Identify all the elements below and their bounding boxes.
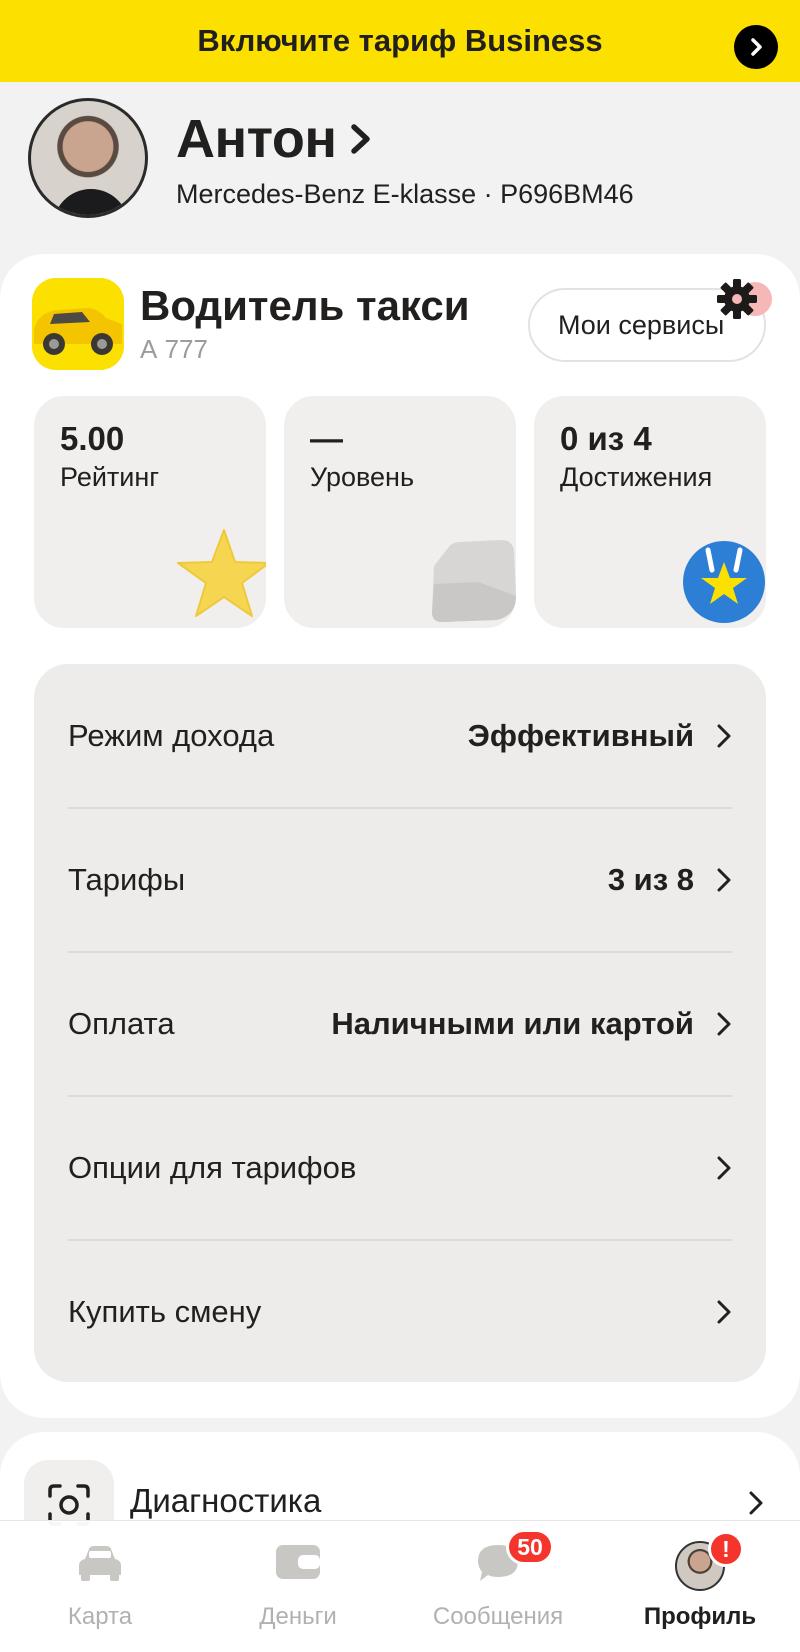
row-value: 3 из 8 (607, 862, 694, 897)
level-label: Уровень (310, 462, 415, 492)
achievements-label: Достижения (560, 462, 713, 492)
star-icon (177, 529, 266, 617)
taxi-car-icon (32, 278, 124, 370)
tab-profile[interactable]: ! Профиль (600, 1521, 800, 1652)
achievements-card[interactable]: 0 из 4 Достижения (534, 396, 766, 628)
row-value: Наличными или картой (331, 1006, 694, 1041)
settings-row-tariffs[interactable]: Тарифы 3 из 8 (68, 808, 732, 952)
service-title: Водитель такси (140, 282, 470, 329)
row-label: Опции для тарифов (68, 1150, 357, 1185)
chevron-right-icon (716, 723, 732, 749)
chevron-right-icon (716, 867, 732, 893)
bottom-tab-bar: Карта Деньги 50 Сообщения ! Профиль (0, 1520, 800, 1652)
chevron-right-icon (716, 1155, 732, 1181)
my-services-label: Мои сервисы (558, 309, 725, 340)
diagnostics-label: Диагностика (130, 1482, 322, 1519)
tab-map[interactable]: Карта (0, 1521, 200, 1652)
achievement-icon (683, 541, 765, 623)
rating-card[interactable]: 5.00 Рейтинг (34, 396, 266, 628)
car-info: Mercedes-Benz E-klasse · Р696ВМ46 (176, 179, 634, 209)
driver-name[interactable]: Антон (176, 108, 374, 170)
level-value: — (310, 420, 343, 457)
row-value: Эффективный (467, 718, 694, 753)
tab-label: Сообщения (432, 1603, 564, 1630)
service-subtitle: А 777 (140, 334, 208, 364)
chevron-right-icon (716, 1299, 732, 1325)
chevron-right-icon (351, 124, 371, 154)
promo-banner[interactable]: Включите тариф Business (0, 0, 800, 82)
promo-banner-text: Включите тариф Business (197, 23, 603, 58)
chevron-right-icon (749, 1491, 763, 1515)
rating-value: 5.00 (60, 420, 125, 457)
settings-row-tariff-options[interactable]: Опции для тарифов (68, 1096, 732, 1240)
tab-label: Профиль (643, 1603, 757, 1630)
messages-badge: 50 (506, 1529, 554, 1565)
settings-row-buy-shift[interactable]: Купить смену (68, 1240, 732, 1384)
service-card: Водитель такси А 777 Мои сервисы 5.00 Ре… (0, 254, 800, 1418)
tab-messages[interactable]: 50 Сообщения (398, 1521, 598, 1652)
tab-money[interactable]: Деньги (198, 1521, 398, 1652)
row-label: Купить смену (68, 1294, 262, 1329)
profile-alert-badge: ! (708, 1531, 744, 1567)
tab-label: Деньги (259, 1603, 337, 1630)
rating-label: Рейтинг (60, 462, 160, 492)
level-card[interactable]: — Уровень (284, 396, 516, 628)
row-label: Оплата (68, 1006, 175, 1041)
settings-list: Режим дохода Эффективный Тарифы 3 из 8 О… (34, 664, 766, 1382)
row-label: Тарифы (68, 862, 186, 897)
avatar[interactable] (28, 98, 148, 218)
settings-row-income-mode[interactable]: Режим дохода Эффективный (68, 664, 732, 808)
wallet-icon (276, 1545, 320, 1579)
car-icon (79, 1546, 121, 1581)
profile-header[interactable]: Антон Mercedes-Benz E-klasse · Р696ВМ46 (0, 82, 800, 252)
settings-row-payment[interactable]: Оплата Наличными или картой (68, 952, 732, 1096)
level-badge-icon (432, 540, 516, 622)
chevron-right-icon (716, 1011, 732, 1037)
settings-gear-icon[interactable] (714, 276, 774, 326)
achievements-value: 0 из 4 (560, 420, 652, 457)
driver-name-text: Антон (176, 109, 337, 169)
arrow-right-icon[interactable] (734, 25, 778, 69)
row-label: Режим дохода (68, 718, 275, 753)
tab-label: Карта (67, 1603, 133, 1630)
